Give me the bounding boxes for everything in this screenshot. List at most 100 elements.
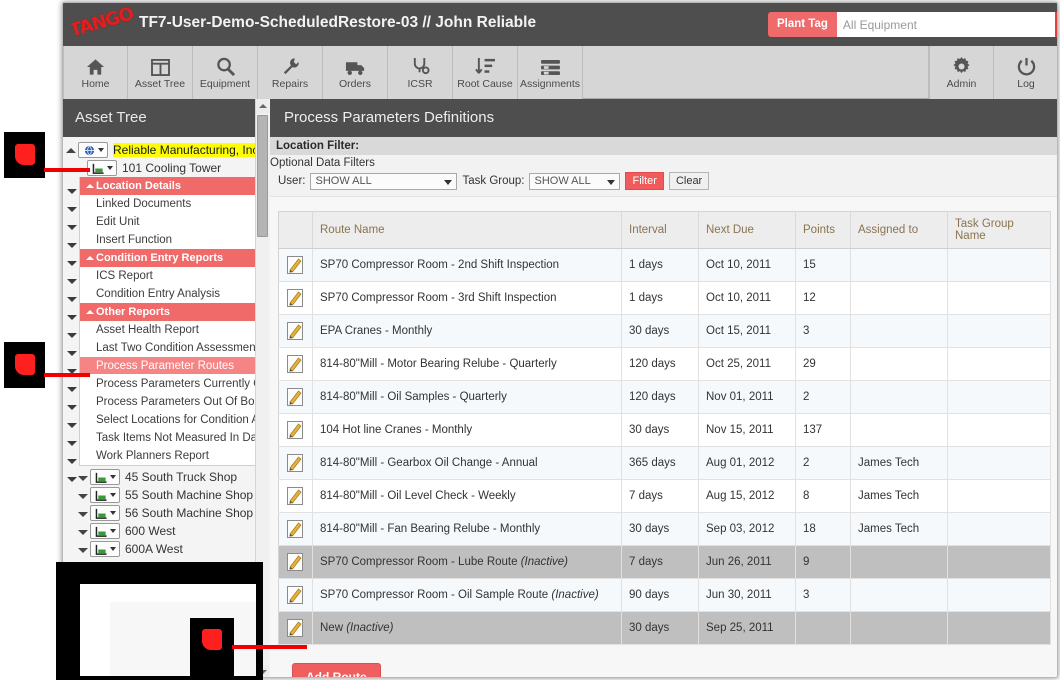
- tree-row-sibling[interactable]: 600A West: [63, 540, 268, 558]
- menu-item-process-parameter-routes[interactable]: Process Parameter Routes: [80, 357, 264, 375]
- table-row[interactable]: 104 Hot line Cranes - Monthly 30 days Nov …: [278, 413, 1051, 447]
- unit-icon[interactable]: [90, 487, 120, 503]
- col-points[interactable]: Points: [795, 211, 851, 249]
- edit-route-icon[interactable]: [278, 314, 313, 348]
- col-assigned-to[interactable]: Assigned to: [850, 211, 948, 249]
- menu-item-process-parameters-out-of-bounds[interactable]: Process Parameters Currently Out of Boun…: [80, 375, 264, 393]
- scrollbar-thumb[interactable]: [257, 115, 268, 237]
- edit-route-icon[interactable]: [278, 512, 313, 546]
- chevron-down-icon[interactable]: [67, 275, 79, 287]
- chevron-down-icon[interactable]: [67, 221, 79, 233]
- chevron-down-icon[interactable]: [109, 493, 116, 497]
- chevron-down-icon[interactable]: [67, 419, 79, 431]
- menu-item-edit-unit[interactable]: Edit Unit: [80, 213, 264, 231]
- add-route-button[interactable]: Add Route: [292, 663, 381, 677]
- tree-label-sibling[interactable]: 56 South Machine Shop H: [125, 506, 265, 520]
- table-row[interactable]: SP70 Compressor Room - Lube Route (Inact…: [278, 545, 1051, 579]
- table-row[interactable]: New (Inactive) 30 days Sep 25, 2011: [278, 611, 1051, 645]
- task-group-filter-select[interactable]: SHOW ALL: [529, 172, 621, 190]
- menu-group-location-details[interactable]: Location Details: [80, 177, 264, 195]
- chevron-down-icon[interactable]: [67, 311, 79, 323]
- plant-tag-button[interactable]: Plant Tag: [768, 12, 837, 37]
- menu-item-condition-entry-analysis[interactable]: Condition Entry Analysis: [80, 285, 264, 303]
- menu-item-process-parameters-out-of-bounds-history[interactable]: Process Parameters Out Of Bounds History: [80, 393, 264, 411]
- chevron-down-icon[interactable]: [67, 455, 79, 467]
- chevron-down-icon[interactable]: [77, 490, 88, 501]
- nav-item-logout[interactable]: Log: [994, 46, 1057, 99]
- tree-row-sibling[interactable]: 55 South Machine Shop L: [63, 486, 268, 504]
- table-row[interactable]: 814-80"Mill - Gearbox Oil Change - Annua…: [278, 446, 1051, 480]
- chevron-down-icon[interactable]: [67, 185, 79, 197]
- chevron-down-icon[interactable]: [106, 166, 113, 170]
- chevron-down-icon[interactable]: [67, 437, 79, 449]
- col-task-group-name[interactable]: Task Group Name: [947, 211, 1051, 249]
- tree-label-sibling[interactable]: 55 South Machine Shop L: [125, 488, 263, 502]
- col-next-due[interactable]: Next Due: [698, 211, 796, 249]
- chevron-up-icon[interactable]: [65, 145, 76, 156]
- edit-route-icon[interactable]: [278, 578, 313, 612]
- table-row[interactable]: 814-80"Mill - Oil Samples - Quarterly 120…: [278, 380, 1051, 414]
- tree-row-sibling[interactable]: 56 South Machine Shop H: [63, 504, 268, 522]
- table-row[interactable]: 814-80"Mill - Oil Level Check - Weekly 7 …: [278, 479, 1051, 513]
- chevron-down-icon[interactable]: [109, 511, 116, 515]
- chevron-down-icon[interactable]: [97, 148, 104, 152]
- filter-button[interactable]: Filter: [625, 172, 664, 190]
- table-row[interactable]: 814-80"Mill - Motor Bearing Relube - Qua…: [278, 347, 1051, 381]
- chevron-down-icon[interactable]: [67, 293, 79, 305]
- chevron-down-icon[interactable]: [109, 529, 116, 533]
- edit-route-icon[interactable]: [278, 413, 313, 447]
- tree-row-sibling[interactable]: 45 South Truck Shop: [63, 468, 268, 486]
- table-row[interactable]: SP70 Compressor Room - 2nd Shift Inspect…: [278, 248, 1051, 282]
- chevron-down-icon[interactable]: [67, 473, 79, 485]
- col-route-name[interactable]: Route Name: [312, 211, 622, 249]
- tree-label-sibling[interactable]: 600 West: [125, 524, 175, 538]
- tree-row-sibling[interactable]: 600 West: [63, 522, 268, 540]
- tree-label-sibling[interactable]: 45 South Truck Shop: [125, 470, 237, 484]
- nav-item-assignments[interactable]: Assignments: [518, 46, 583, 99]
- edit-route-icon[interactable]: [278, 611, 313, 645]
- edit-route-icon[interactable]: [278, 446, 313, 480]
- table-row[interactable]: EPA Cranes - Monthly 30 days Oct 15, 2011 3: [278, 314, 1051, 348]
- clear-button[interactable]: Clear: [668, 172, 710, 190]
- menu-item-work-planners-report[interactable]: Work Planners Report: [80, 447, 264, 465]
- unit-icon[interactable]: [90, 523, 120, 539]
- unit-icon[interactable]: [90, 505, 120, 521]
- chevron-down-icon[interactable]: [77, 508, 88, 519]
- menu-item-linked-documents[interactable]: Linked Documents: [80, 195, 264, 213]
- find-button[interactable]: Find: [1054, 12, 1057, 37]
- edit-route-icon[interactable]: [278, 545, 313, 579]
- tree-row-selected-unit[interactable]: 101 Cooling Tower: [63, 159, 268, 177]
- nav-item-asset-tree[interactable]: Asset Tree: [128, 46, 193, 99]
- edit-route-icon[interactable]: [278, 479, 313, 513]
- unit-icon[interactable]: [87, 160, 117, 176]
- globe-icon[interactable]: [78, 142, 108, 158]
- nav-item-home[interactable]: Home: [63, 46, 128, 99]
- unit-icon[interactable]: [90, 541, 120, 557]
- menu-item-ics-report[interactable]: ICS Report: [80, 267, 264, 285]
- tree-row-root[interactable]: Reliable Manufacturing, Inc.: [63, 141, 268, 159]
- chevron-down-icon[interactable]: [67, 203, 79, 215]
- chevron-down-icon[interactable]: [67, 383, 79, 395]
- menu-group-condition-entry-reports[interactable]: Condition Entry Reports: [80, 249, 264, 267]
- chevron-down-icon[interactable]: [67, 329, 79, 341]
- nav-item-equipment[interactable]: Equipment: [193, 46, 258, 99]
- chevron-down-icon[interactable]: [67, 401, 79, 413]
- tree-label-selected-unit[interactable]: 101 Cooling Tower: [122, 161, 221, 175]
- col-interval[interactable]: Interval: [621, 211, 699, 249]
- edit-route-icon[interactable]: [278, 281, 313, 315]
- chevron-down-icon[interactable]: [67, 239, 79, 251]
- chevron-down-icon[interactable]: [67, 257, 79, 269]
- nav-item-icsr[interactable]: ICSR: [388, 46, 453, 99]
- tree-label-sibling[interactable]: 600A West: [125, 542, 183, 556]
- nav-item-repairs[interactable]: Repairs: [258, 46, 323, 99]
- chevron-down-icon[interactable]: [109, 547, 116, 551]
- search-input[interactable]: [836, 12, 1055, 37]
- menu-group-other-reports[interactable]: Other Reports: [80, 303, 264, 321]
- menu-item-insert-function[interactable]: Insert Function: [80, 231, 264, 249]
- menu-item-asset-health-report[interactable]: Asset Health Report: [80, 321, 264, 339]
- chevron-down-icon[interactable]: [67, 347, 79, 359]
- scroll-up-arrow-icon[interactable]: [256, 99, 269, 113]
- nav-item-admin[interactable]: Admin: [929, 46, 994, 99]
- menu-item-task-items-not-measured[interactable]: Task Items Not Measured In Date Range: [80, 429, 264, 447]
- menu-item-select-locations-for-condition-assessment[interactable]: Select Locations for Condition Assessmen…: [80, 411, 264, 429]
